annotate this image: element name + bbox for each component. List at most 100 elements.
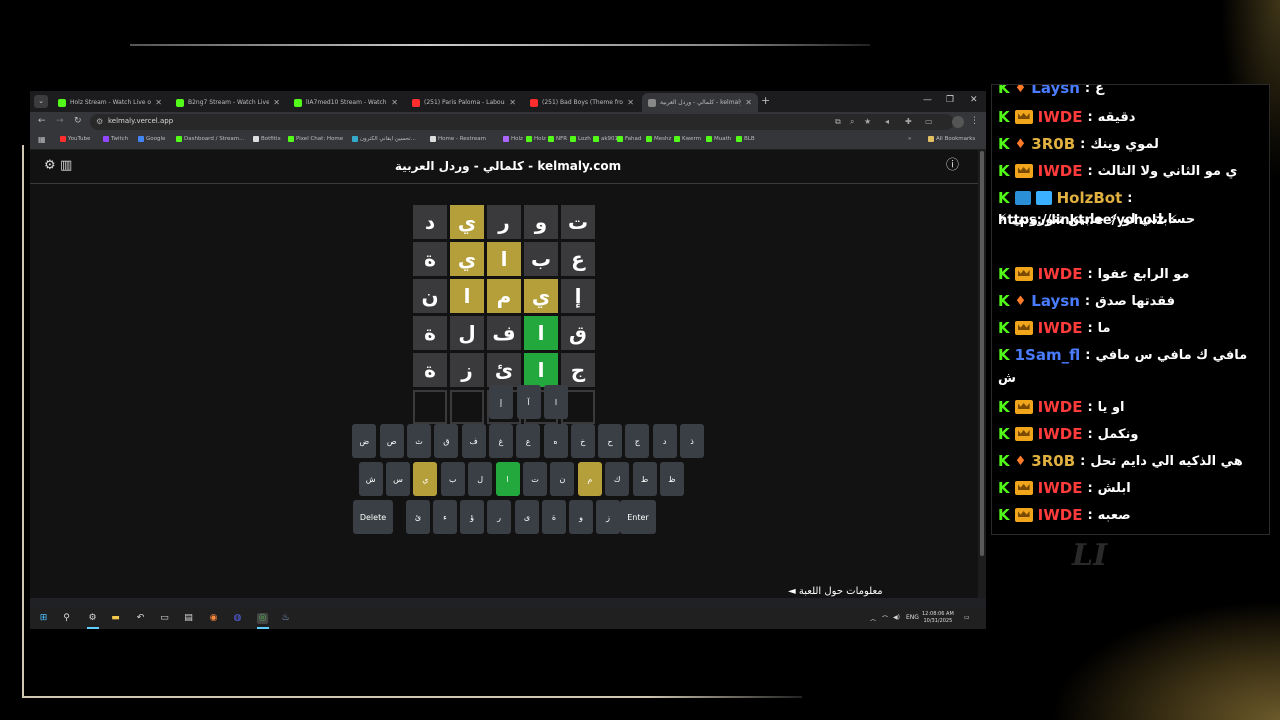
- app-icon-calc[interactable]: ▤: [183, 613, 194, 624]
- key-ب[interactable]: ب: [440, 462, 465, 496]
- forward-icon[interactable]: →: [56, 116, 64, 126]
- key-ض[interactable]: ض: [352, 424, 377, 458]
- key-ط[interactable]: ط: [632, 462, 657, 496]
- clock[interactable]: 12:08:06 AM 10/31/2025: [922, 611, 954, 625]
- bookmark-item[interactable]: Google: [138, 136, 165, 142]
- bookmark-item[interactable]: NFR: [548, 136, 567, 142]
- tab-close-icon[interactable]: ✕: [273, 98, 280, 107]
- key-ز[interactable]: ز: [596, 500, 620, 534]
- key-ش[interactable]: ش: [358, 462, 383, 496]
- chat-username[interactable]: IWDE: [1038, 506, 1083, 524]
- chat-username[interactable]: 3R0B: [1031, 135, 1075, 153]
- chat-username[interactable]: IWDE: [1038, 265, 1083, 283]
- bookmark-item[interactable]: Meshz: [646, 136, 671, 142]
- bookmark-item[interactable]: Pixel Chat: Home: [288, 136, 343, 142]
- key-ا[interactable]: ا: [495, 462, 520, 496]
- key-ع[interactable]: ع: [516, 424, 541, 458]
- tab-close-icon[interactable]: ✕: [745, 98, 752, 107]
- key-ه[interactable]: ه: [543, 424, 568, 458]
- tab-search-button[interactable]: ⌄: [34, 95, 48, 108]
- search-icon[interactable]: ⚲: [61, 613, 72, 624]
- chat-username[interactable]: 1Sam_fl: [1015, 346, 1081, 364]
- network-icon[interactable]: ⌒: [882, 614, 888, 623]
- browser-tab[interactable]: كلمالي - وردل العربية - kelmaly.com ✕: [642, 93, 758, 112]
- zoom-icon[interactable]: ⌕: [850, 117, 854, 127]
- chat-username[interactable]: IWDE: [1038, 162, 1083, 180]
- key-ك[interactable]: ك: [605, 462, 630, 496]
- bookmark-item[interactable]: ak901: [593, 136, 618, 142]
- bookmark-item[interactable]: Holz: [503, 136, 523, 142]
- tab-close-icon[interactable]: ✕: [391, 98, 398, 107]
- chat-username[interactable]: IWDE: [1038, 398, 1083, 416]
- menu-icon[interactable]: ⋮: [970, 116, 979, 126]
- apps-icon[interactable]: ▦: [38, 135, 46, 144]
- chat-username[interactable]: IWDE: [1038, 479, 1083, 497]
- key-غ[interactable]: غ: [488, 424, 513, 458]
- media-icon[interactable]: ◂: [885, 117, 889, 126]
- bookmark-item[interactable]: Fahad: [617, 136, 641, 142]
- key-ت[interactable]: ت: [523, 462, 547, 496]
- browser-tab[interactable]: (251) Paris Paloma - Labour - ✕: [406, 93, 522, 112]
- bookmark-item[interactable]: Lozh: [570, 136, 591, 142]
- bookmark-item[interactable]: تحسين ايقاني الكترون...: [352, 136, 416, 142]
- bookmark-item[interactable]: Kwerm: [674, 136, 701, 142]
- key-ا[interactable]: ا: [544, 385, 568, 419]
- tab-close-icon[interactable]: ✕: [627, 98, 634, 107]
- back-icon[interactable]: ←: [38, 116, 46, 126]
- minimize-button[interactable]: —: [923, 95, 932, 105]
- key-ئ[interactable]: ئ: [406, 500, 430, 534]
- key-آ[interactable]: آ: [516, 385, 541, 419]
- maximize-button[interactable]: ❐: [946, 95, 954, 105]
- chat-username[interactable]: IWDE: [1038, 425, 1083, 443]
- chat-username[interactable]: IWDE: [1038, 319, 1083, 337]
- key-ء[interactable]: ء: [433, 500, 457, 534]
- tab-close-icon[interactable]: ✕: [155, 98, 162, 107]
- key-ج[interactable]: ج: [625, 424, 650, 458]
- key-ق[interactable]: ق: [434, 424, 459, 458]
- key-د[interactable]: د: [652, 424, 677, 458]
- key-ن[interactable]: ن: [550, 462, 575, 496]
- key-ح[interactable]: ح: [598, 424, 623, 458]
- chat-username[interactable]: Laysn: [1031, 85, 1080, 97]
- key-و[interactable]: و: [569, 500, 593, 534]
- browser-tab[interactable]: Holz Stream - Watch Live on Ki✕: [52, 93, 168, 112]
- key-ر[interactable]: ر: [487, 500, 511, 534]
- key-س[interactable]: س: [386, 462, 410, 496]
- chat-username[interactable]: Laysn: [1031, 292, 1080, 310]
- chat-username[interactable]: 3R0B: [1031, 452, 1075, 470]
- language-indicator[interactable]: ENG: [906, 614, 919, 621]
- sidepanel-icon[interactable]: ▭: [925, 117, 933, 126]
- enter-key[interactable]: Enter: [620, 500, 656, 534]
- file-explorer-icon[interactable]: ▬: [110, 613, 121, 624]
- bookmark-item[interactable]: BLB: [736, 136, 755, 142]
- volume-icon[interactable]: ◀): [893, 614, 900, 621]
- bookmark-item[interactable]: Muath: [706, 136, 731, 142]
- tray-chevron-icon[interactable]: ︿: [870, 614, 876, 623]
- windows-start-icon[interactable]: ⊞: [38, 613, 49, 624]
- key-ي[interactable]: ي: [413, 462, 438, 496]
- key-ذ[interactable]: ذ: [680, 424, 704, 458]
- key-ص[interactable]: ص: [379, 424, 404, 458]
- key-م[interactable]: م: [577, 462, 602, 496]
- new-tab-button[interactable]: +: [761, 94, 770, 107]
- page-scrollbar-thumb[interactable]: [980, 151, 984, 556]
- chat-username[interactable]: HolzBot: [1057, 189, 1123, 207]
- tab-close-icon[interactable]: ✕: [509, 98, 516, 107]
- key-خ[interactable]: خ: [570, 424, 595, 458]
- chat-username[interactable]: IWDE: [1038, 108, 1083, 126]
- game-info-link[interactable]: ◄ معلومات حول اللعبة: [788, 586, 883, 597]
- bookmark-item[interactable]: Home - Restream: [430, 136, 486, 142]
- key-ث[interactable]: ث: [407, 424, 431, 458]
- app-icon-arrow[interactable]: ↶: [135, 613, 146, 624]
- browser-tab[interactable]: lIA7med10 Stream - Watch Live ✕: [288, 93, 404, 112]
- reload-icon[interactable]: ↻: [74, 116, 82, 126]
- bookmark-item[interactable]: YouTube: [60, 136, 90, 142]
- profile-avatar[interactable]: [952, 116, 964, 128]
- site-info-icon[interactable]: ⚙: [96, 117, 103, 126]
- notification-icon[interactable]: ▭: [964, 614, 970, 621]
- bookmark-star-icon[interactable]: ★: [864, 117, 871, 126]
- bookmark-item[interactable]: Twitch: [103, 136, 128, 142]
- bookmark-item[interactable]: Dashboard / Stream...: [176, 136, 244, 142]
- browser-tab[interactable]: (251) Bad Boys (Theme from Ca ✕: [524, 93, 640, 112]
- key-ل[interactable]: ل: [468, 462, 493, 496]
